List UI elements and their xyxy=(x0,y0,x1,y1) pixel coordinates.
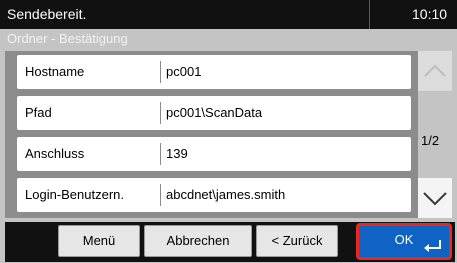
row-label: Anschluss xyxy=(25,146,85,161)
page-indicator: 1/2 xyxy=(421,133,440,148)
cancel-button[interactable]: Abbrechen xyxy=(144,225,252,257)
chevron-up-icon xyxy=(424,64,446,77)
list-item-login-benutzername[interactable]: Login-Benutzern. abcdnet\james.smith xyxy=(17,178,411,212)
list-item-anschluss[interactable]: Anschluss 139 xyxy=(17,137,411,171)
menu-button[interactable]: Menü xyxy=(58,225,140,257)
row-value: 139 xyxy=(166,146,188,161)
row-value: abcdnet\james.smith xyxy=(166,187,286,202)
row-label: Hostname xyxy=(25,64,85,79)
row-label: Login-Benutzern. xyxy=(25,187,125,202)
row-divider xyxy=(160,143,161,165)
clock: 10:10 xyxy=(412,6,448,22)
row-value: pc001 xyxy=(166,64,202,79)
row-label: Pfad xyxy=(25,105,52,120)
list-item-pfad[interactable]: Pfad pc001\ScanData xyxy=(17,96,411,130)
ok-button[interactable]: OK xyxy=(356,223,452,260)
enter-icon xyxy=(424,240,441,252)
row-divider xyxy=(160,184,161,206)
status-bar: Sendebereit. 10:10 xyxy=(0,0,457,29)
row-divider xyxy=(160,61,161,83)
status-divider xyxy=(369,0,370,29)
scroll-up-button[interactable] xyxy=(418,51,452,91)
chevron-down-icon xyxy=(423,192,447,206)
screen-panel: Ordner - Bestätigung Hostname pc001 Pfad… xyxy=(0,29,457,263)
status-message: Sendebereit. xyxy=(7,6,87,22)
screen-title: Ordner - Bestätigung xyxy=(7,31,128,46)
list-item-hostname[interactable]: Hostname pc001 xyxy=(17,55,411,89)
back-button[interactable]: < Zurück xyxy=(256,225,338,257)
row-value: pc001\ScanData xyxy=(166,105,263,120)
row-divider xyxy=(160,102,161,124)
scroll-down-button[interactable] xyxy=(418,178,452,218)
